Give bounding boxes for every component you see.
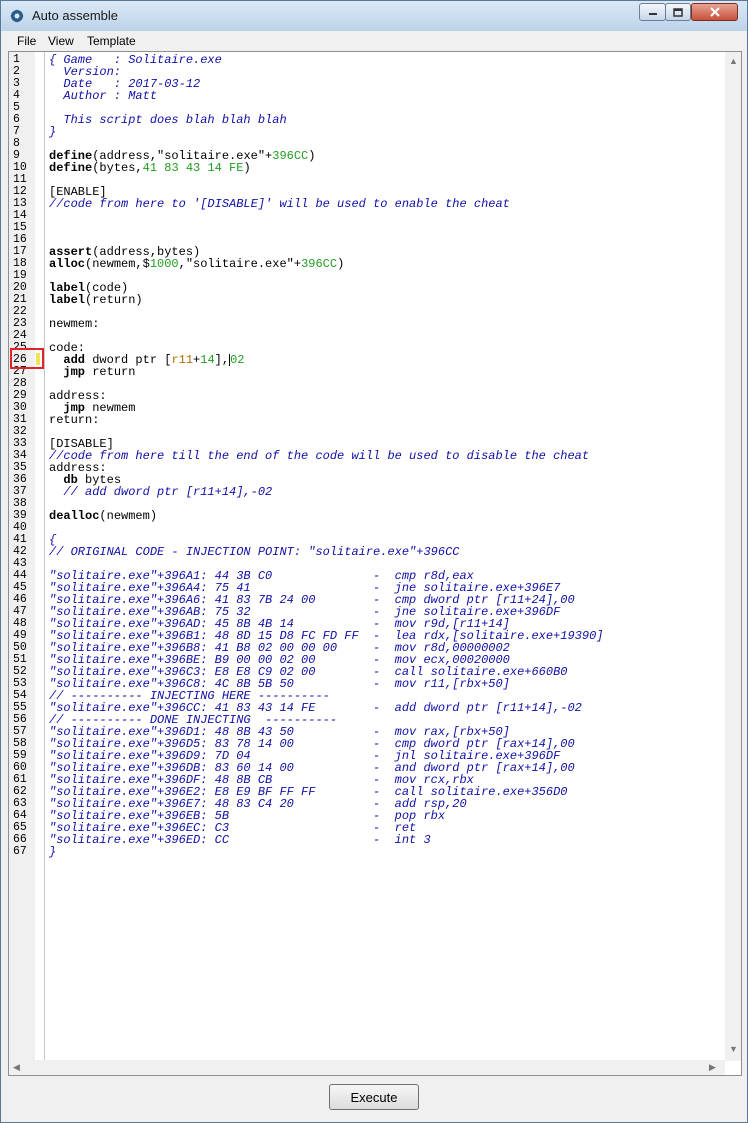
code-line-4: Author : Matt — [49, 89, 158, 103]
code-text: ) — [243, 161, 251, 175]
number: 02 — [230, 353, 245, 367]
code-line-10: define(bytes,41 83 43 14 FE) — [49, 162, 251, 174]
code-line-6: This script does blah blah blah — [49, 113, 287, 127]
number: 14 — [200, 353, 215, 367]
code-line-66: "solitaire.exe"+396ED: CC - int 3 — [49, 833, 431, 847]
code-line-7: } — [49, 125, 57, 139]
code-text: (bytes, — [92, 161, 143, 175]
line-number: 67 — [13, 845, 27, 858]
code-line-13: //code from here to '[DISABLE]' will be … — [49, 197, 510, 211]
number: 1000 — [149, 257, 179, 271]
auto-assemble-window: Auto assemble File View Template 1234567… — [0, 0, 748, 1123]
menu-bar: File View Template — [7, 31, 743, 51]
code-line-18: alloc(newmem,$1000,"solitaire.exe"+396CC… — [49, 258, 344, 270]
register: r11 — [171, 353, 194, 367]
code-line-21: label(return) — [49, 294, 143, 306]
code-line-31: return: — [49, 413, 100, 427]
code-text: (return) — [85, 293, 143, 307]
keyword: alloc — [49, 257, 86, 271]
execute-button[interactable]: Execute — [329, 1084, 419, 1110]
minimize-icon — [648, 13, 657, 15]
menu-file[interactable]: File — [17, 34, 36, 48]
code-text: ,"solitaire.exe"+ — [178, 257, 302, 271]
window-title: Auto assemble — [32, 8, 118, 23]
number: 41 83 43 14 FE — [142, 161, 244, 175]
code-text: ) — [308, 149, 316, 163]
gutter-divider — [44, 52, 45, 1061]
code-text: ], — [214, 353, 230, 367]
code-line-67: } — [49, 845, 57, 859]
number: 396CC — [272, 149, 309, 163]
maximize-button[interactable] — [665, 3, 691, 21]
scroll-left-icon[interactable]: ◀ — [13, 1062, 20, 1073]
code-line-42: // ORIGINAL CODE - INJECTION POINT: "sol… — [49, 545, 460, 559]
code-text: ) — [337, 257, 345, 271]
code-text: (newmem,$ — [85, 257, 150, 271]
close-icon — [709, 7, 720, 17]
horizontal-scrollbar[interactable]: ◀ ▶ — [9, 1060, 725, 1075]
cheat-engine-icon — [10, 9, 24, 23]
menu-view[interactable]: View — [48, 34, 74, 48]
line-number-gutter: 1 2 3 4 5 6 7 8 9 10 11 12 13 14 15 16 17 18 19 20 21 22 23 24 2… — [9, 52, 35, 1061]
bottom-panel: Execute — [1, 1076, 747, 1122]
code-line-27: jmp return — [49, 366, 135, 378]
keyword: define — [49, 161, 93, 175]
scroll-up-icon[interactable]: ▲ — [729, 56, 738, 66]
keyword: dealloc — [49, 509, 100, 523]
close-button[interactable] — [691, 3, 738, 21]
number: 396CC — [301, 257, 338, 271]
code-editor[interactable]: 1 2 3 4 5 6 7 8 9 10 11 12 13 14 15 16 17 18 19 20 21 22 23 24 2… — [8, 51, 742, 1076]
code-line-23: newmem: — [49, 317, 100, 331]
scroll-right-icon[interactable]: ▶ — [709, 1062, 716, 1073]
title-bar[interactable]: Auto assemble — [1, 1, 747, 31]
scroll-down-icon[interactable]: ▼ — [729, 1044, 738, 1054]
minimize-button[interactable] — [639, 3, 666, 21]
code-text: (newmem) — [99, 509, 158, 523]
keyword: label — [49, 293, 86, 307]
code-text: return — [85, 365, 136, 379]
code-line-39: dealloc(newmem) — [49, 510, 157, 522]
line-26-highlight — [10, 348, 44, 369]
code-line-34: //code from here till the end of the cod… — [49, 449, 590, 463]
menu-template[interactable]: Template — [87, 34, 136, 48]
vertical-scrollbar[interactable]: ▲ ▼ — [725, 52, 741, 1061]
maximize-icon — [673, 7, 683, 17]
code-line-37: // add dword ptr [r11+14],-02 — [49, 485, 273, 499]
keyword: jmp — [63, 365, 86, 379]
